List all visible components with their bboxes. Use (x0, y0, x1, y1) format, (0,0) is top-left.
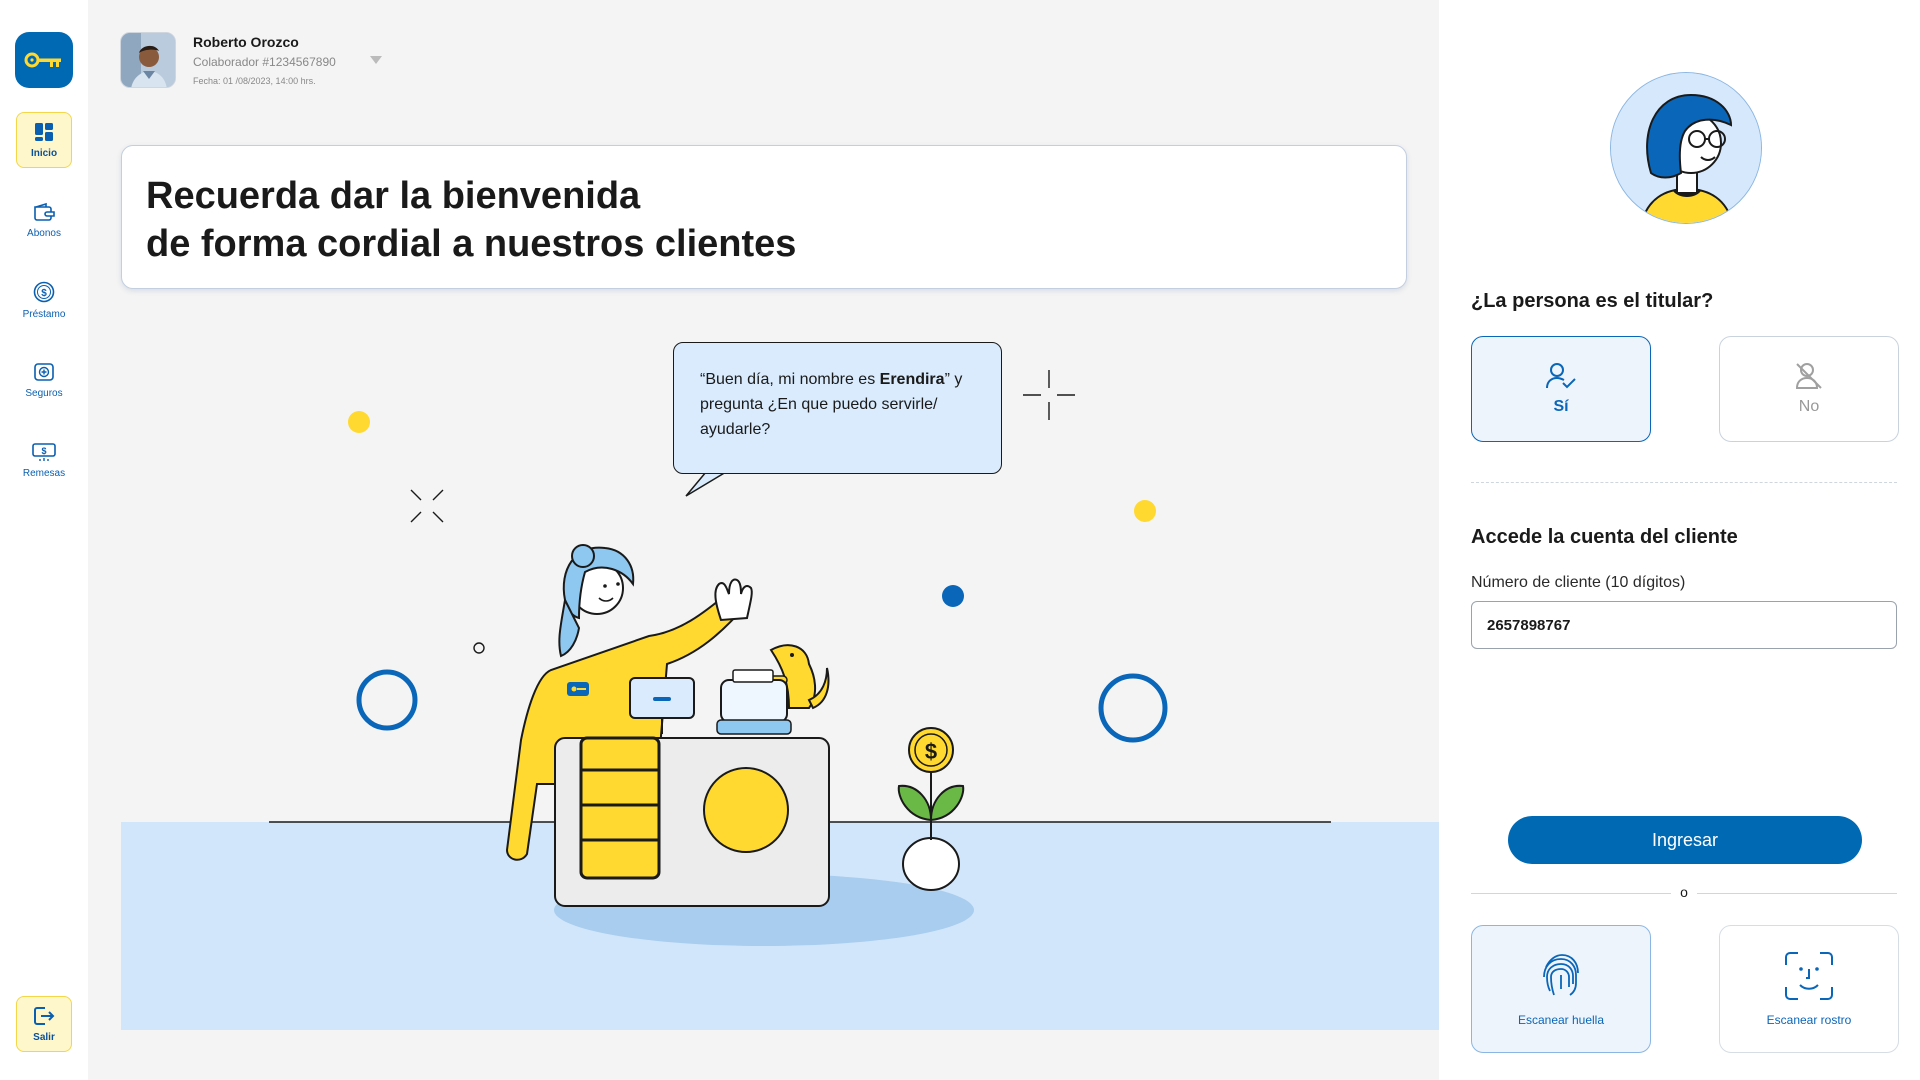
sidebar-item-label: Remesas (22, 467, 66, 479)
user-id: Colaborador #1234567890 (193, 55, 336, 69)
remittance-icon: $ (32, 442, 56, 461)
sidebar-item-remesas[interactable]: $ Remesas (16, 432, 72, 488)
client-panel: ¿La persona es el titular? Sí No Accede … (1439, 0, 1920, 1080)
scan-fingerprint-label: Escanear huella (1517, 1013, 1605, 1027)
client-avatar (1610, 72, 1762, 224)
key-icon (24, 52, 61, 68)
titular-yes-label: Sí (1553, 398, 1569, 415)
titular-yes-option[interactable]: Sí (1471, 336, 1651, 442)
user-menu-caret-icon[interactable] (370, 56, 382, 64)
logout-icon (34, 1006, 55, 1025)
logout-button[interactable]: Salir (16, 996, 72, 1052)
user-photo (121, 33, 175, 87)
avatar[interactable] (120, 32, 176, 88)
sidebar-item-label: Seguros (25, 387, 63, 399)
client-number-label: Número de cliente (10 dígitos) (1471, 574, 1686, 591)
svg-text:$: $ (925, 739, 937, 764)
app-logo[interactable] (15, 32, 73, 88)
user-check-icon (1546, 363, 1576, 389)
scan-fingerprint-button[interactable]: Escanear huella (1471, 925, 1651, 1053)
section-divider (1471, 482, 1897, 483)
logout-label: Salir (33, 1031, 55, 1043)
svg-text:$: $ (41, 446, 46, 456)
or-label: o (1671, 884, 1697, 900)
dollar-coin-icon: $ (33, 281, 55, 302)
user-off-icon (1795, 363, 1822, 389)
titular-no-label: No (1798, 398, 1820, 415)
ingresar-button[interactable]: Ingresar (1508, 816, 1862, 864)
sidebar-item-seguros[interactable]: Seguros (16, 352, 72, 408)
user-date: Fecha: 01 /08/2023, 14:00 hrs. (193, 76, 316, 86)
banner-line-2: de forma cordial a nuestros clientes (146, 223, 797, 265)
welcome-banner: Recuerda dar la bienvenida de forma cord… (121, 145, 1407, 289)
sidebar-item-label: Abonos (27, 227, 61, 239)
fingerprint-icon (1543, 954, 1579, 996)
dashboard-icon (35, 122, 53, 141)
titular-question: ¿La persona es el titular? (1471, 290, 1714, 312)
sidebar: Inicio Abonos $ Préstamo Seguros $ Remes… (0, 0, 88, 1080)
scan-face-label: Escanear rostro (1766, 1013, 1852, 1027)
face-scan-icon (1785, 952, 1833, 1000)
sidebar-item-abonos[interactable]: Abonos (16, 192, 72, 248)
wallet-icon (34, 202, 55, 221)
client-number-input[interactable] (1471, 601, 1897, 649)
banner-line-1: Recuerda dar la bienvenida (146, 175, 641, 217)
titular-no-option[interactable]: No (1719, 336, 1899, 442)
access-title: Accede la cuenta del cliente (1471, 526, 1738, 548)
insurance-icon (34, 362, 54, 381)
sidebar-item-inicio[interactable]: Inicio (16, 112, 72, 168)
scan-face-button[interactable]: Escanear rostro (1719, 925, 1899, 1053)
sidebar-item-label: Préstamo (22, 308, 66, 320)
welcome-illustration: $ “Buen día, mi nombre es Erendira” y pr… (121, 300, 1439, 1030)
speech-bubble: “Buen día, mi nombre es Erendira” y preg… (673, 342, 1002, 474)
bubble-name: Erendira (879, 371, 945, 388)
sidebar-item-prestamo[interactable]: $ Préstamo (16, 272, 72, 328)
bubble-text-before: “Buen día, mi nombre es (700, 371, 880, 388)
woman-avatar-illustration (1611, 73, 1761, 223)
svg-text:$: $ (41, 288, 47, 299)
user-name: Roberto Orozco (193, 34, 299, 50)
sidebar-item-label: Inicio (30, 147, 58, 159)
